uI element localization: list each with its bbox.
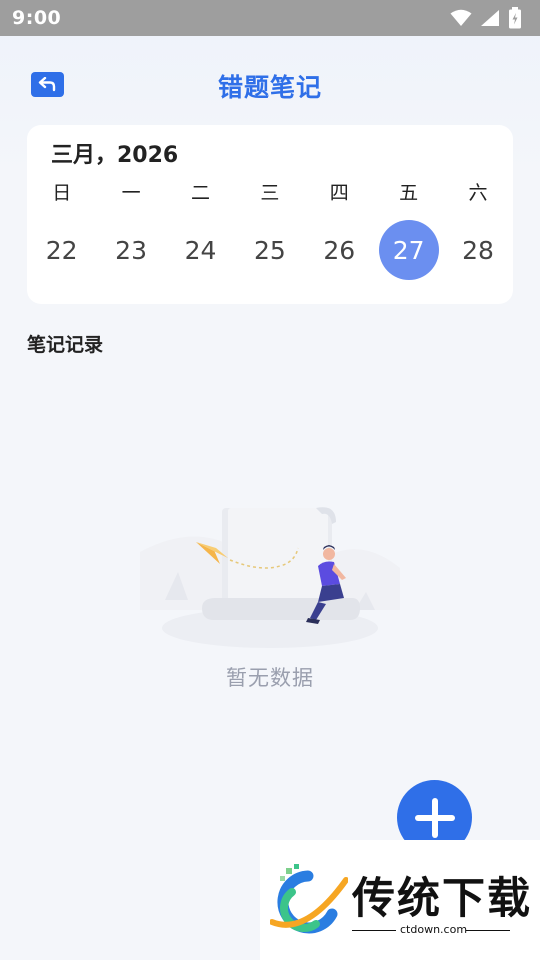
page-title: 错题笔记 [217,73,322,102]
date-cell[interactable]: 28 [448,220,508,280]
date-cell-selected[interactable]: 27 [378,220,439,280]
empty-state-text: 暂无数据 [226,666,314,690]
weekday-label: 四 [329,181,349,204]
weekday-label: 日 [52,181,72,204]
status-icons [450,7,522,29]
watermark-divider [466,930,510,931]
weekday-label: 三 [260,181,280,204]
watermark-logo-icon [270,864,348,934]
date-row: 22 23 24 25 26 27 28 [27,220,513,280]
screen: 9:00 错题笔记 三月，2026 日 一 二 三 四 五 六 22 23 24… [0,0,540,960]
wifi-icon [450,9,472,26]
month-label: 三月，2026 [51,143,179,168]
watermark-text: 传统下载 [352,874,532,924]
date-cell[interactable]: 26 [309,220,369,280]
watermark: 传统下载 ctdown.com [260,840,540,960]
status-time: 9:00 [12,7,62,29]
cell-signal-icon [481,10,499,26]
watermark-url: ctdown.com [400,923,468,936]
battery-icon [509,7,521,29]
date-cell[interactable]: 22 [32,220,92,280]
weekday-header-row: 日 一 二 三 四 五 六 [27,179,513,204]
week-calendar: 三月，2026 日 一 二 三 四 五 六 22 23 24 25 26 27 … [27,125,513,304]
date-cell[interactable]: 25 [240,220,300,280]
empty-state-illustration [140,507,400,648]
date-cell[interactable]: 24 [170,220,230,280]
header: 错题笔记 [0,60,540,110]
plus-icon [414,797,455,838]
section-title: 笔记记录 [27,334,104,356]
status-bar: 9:00 [0,0,540,36]
weekday-label: 五 [399,181,419,204]
weekday-label: 二 [190,181,210,204]
date-cell[interactable]: 23 [101,220,161,280]
watermark-divider [352,930,396,931]
weekday-label: 一 [121,181,141,204]
weekday-label: 六 [468,181,488,204]
